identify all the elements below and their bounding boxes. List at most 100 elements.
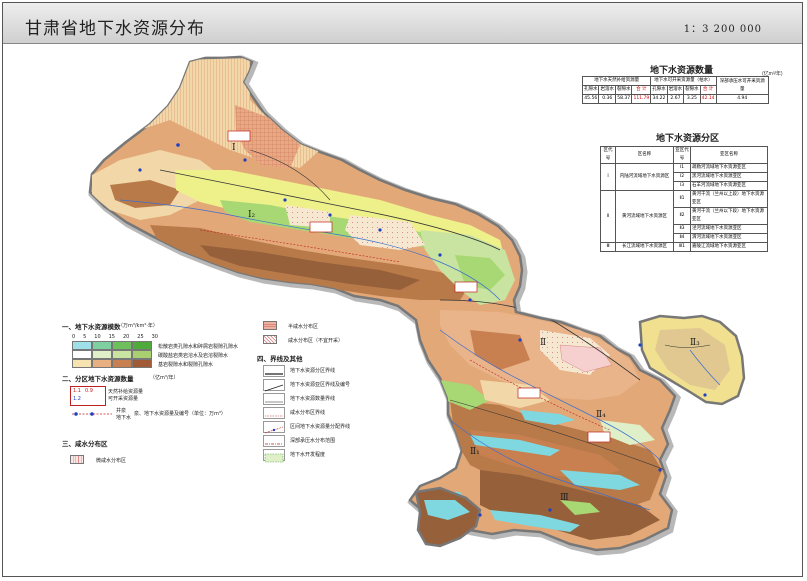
legend-line-label1: 井泉 (116, 408, 127, 414)
subzone-name: 泾河流域地下水资源亚区 (690, 224, 768, 234)
modulus-swatch (112, 350, 132, 359)
table-cell: 3.25 (683, 94, 701, 104)
modulus-swatch (92, 341, 112, 350)
zone-code: Ⅰ (600, 163, 616, 191)
modulus-swatch (92, 350, 112, 359)
subzone-code: Ⅱ4 (673, 233, 691, 243)
scale-tick: 0 (72, 334, 76, 340)
col-header: 合 计 (631, 85, 652, 95)
zone-label-I: Ⅰ (232, 143, 236, 153)
col-header: 亚区名称 (690, 146, 768, 164)
subzone-code: Ⅱ3 (673, 224, 691, 234)
table-cell: 4.94 (715, 94, 770, 104)
col-header: 裂隙水 (683, 85, 701, 95)
subzone-name: 黑河流域地下水资源亚区 (690, 172, 768, 182)
subzone-code: Ⅲ1 (673, 242, 691, 252)
quantity-table: 地下水天然补给资源量 地下水可开采资源量（枯水） 深部承压水可开采资源量 孔隙水… (581, 76, 770, 104)
group-header-deep: 深部承压水可开采资源量 (715, 76, 770, 95)
boundary-swatch (263, 365, 285, 377)
subzone-code: Ⅱ1 (673, 190, 691, 208)
table-cell: 34.22 (650, 94, 668, 104)
modulus-swatch (112, 341, 132, 350)
quantity-table-title: 地下水资源数量 (650, 66, 714, 76)
subzone-name: 黄河干流（兰州以下段）地下水资源亚区 (690, 207, 768, 225)
legend-sample-box: 1.1 0.9 1.2 (70, 386, 106, 406)
table-cell: 2.67 (666, 94, 685, 104)
zone-name: 内陆河流域地下水资源区 (615, 163, 674, 191)
legend-swatch-semi-saline (263, 321, 277, 330)
zone-table: 区代号 区名称 亚区代号 亚区名称 Ⅰ 内陆河流域地下水资源区 Ⅰ1 疏勒河流域… (600, 146, 768, 252)
legend-box-label1: 天然补给资源量 (108, 389, 144, 395)
col-header: 孔隙水 (650, 85, 668, 95)
legend-swatch-saline (263, 335, 277, 344)
subzone-code: Ⅰ3 (673, 181, 691, 191)
legend-box-label2: 可开采资源量 (108, 396, 139, 402)
sample-value: 0.9 (85, 388, 93, 394)
boundary-swatch (263, 379, 285, 392)
sample-value: 1.2 (73, 396, 81, 402)
legend-section1-unit: （万m³/km²·年） (118, 323, 158, 329)
zone-code: Ⅲ (600, 242, 616, 252)
zone-label-III: Ⅲ (560, 493, 569, 503)
modulus-row-label: 基岩裂隙水和裂隙孔隙水 (158, 362, 214, 368)
scale-tick: 15 (108, 334, 115, 340)
boundary-swatch (263, 407, 285, 419)
boundary-label: 地下水资源分区界线 (290, 368, 336, 374)
modulus-row-label: 碳酸盐岩类岩溶水及岩溶裂隙水 (158, 353, 229, 359)
zone-label-I2: Ⅰ₂ (248, 210, 256, 220)
modulus-swatch (72, 359, 92, 368)
modulus-swatch (92, 359, 112, 368)
boundary-label: 地下水资源数量界线 (290, 396, 336, 402)
legend-swatch-brackish (70, 455, 84, 464)
zone-label-II4: Ⅱ₄ (596, 410, 606, 420)
scale-tick: 30 (151, 334, 158, 340)
boundary-label: 地下水开发程度 (290, 452, 326, 458)
zone-code: Ⅱ (600, 190, 616, 243)
modulus-swatch (112, 359, 132, 368)
sample-value: 1.1 (73, 388, 81, 394)
col-header: 孔隙水 (581, 85, 600, 95)
modulus-swatch (132, 350, 152, 359)
zone-label-II3: Ⅱ₃ (690, 338, 700, 348)
subzone-name: 疏勒河流域地下水资源亚区 (690, 163, 768, 173)
legend-brackish-label: 微咸水分布区 (96, 458, 127, 464)
table-cell: 45.56 (581, 94, 600, 104)
modulus-swatch (72, 341, 92, 350)
table-cell: 58.37 (614, 94, 633, 104)
subzone-code: Ⅱ2 (673, 207, 691, 225)
table-cell: 0.36 (598, 94, 616, 104)
scale-tick: 10 (94, 334, 101, 340)
subzone-name: 黄河干流（兰州以上段）地下水资源亚区 (690, 190, 768, 208)
legend-section2-unit: （亿m³/年） (150, 375, 179, 381)
zone-label-II1: Ⅱ₁ (470, 447, 480, 457)
boundary-swatch (263, 449, 285, 463)
legend-section3-title: 三、咸水分布区 (62, 440, 108, 448)
legend-line-label2: 地下水 (116, 415, 132, 421)
col-header: 岩溶水 (666, 85, 685, 95)
table-cell: 42.14 (699, 94, 717, 104)
zone-table-title: 地下水资源分区 (656, 134, 720, 144)
modulus-row-label: 松散岩类孔隙水和碎屑岩裂隙孔隙水 (158, 344, 239, 350)
group-header-natural: 地下水天然补给资源量 (581, 76, 652, 86)
legend-section2-title: 二、分区地下水资源数量 (62, 375, 134, 383)
subzone-name: 渭河流域地下水资源亚区 (690, 233, 768, 243)
subzone-code: Ⅰ2 (673, 172, 691, 182)
group-header-exploitable: 地下水可开采资源量（枯水） (650, 76, 717, 86)
boundary-swatch (263, 435, 285, 447)
legend-scale: 0 5 10 15 20 25 30 (72, 334, 158, 340)
zone-label-II: Ⅱ (540, 338, 547, 348)
modulus-swatch (132, 341, 152, 350)
boundary-label: 地下水资源亚区界线及编号 (290, 382, 351, 388)
subzone-name: 石羊河流域地下水资源亚区 (690, 181, 768, 191)
boundary-label: 深部承压水分布范围 (290, 438, 336, 444)
legend-saline-label: 咸水分布区（不宜开采） (288, 338, 344, 344)
subzone-code: Ⅰ1 (673, 163, 691, 173)
zone-name: 长江流域地下水资源区 (615, 242, 674, 252)
modulus-swatch (72, 350, 92, 359)
table-cell: 111.79 (631, 94, 652, 104)
subzone-name: 嘉陵江流域地下水资源亚区 (690, 242, 768, 252)
scale-tick: 25 (137, 334, 144, 340)
boundary-label: 咸水分布区界线 (290, 410, 326, 416)
legend-line-label3: 泉、地下水资源量及编号（单位：万m³） (134, 411, 226, 417)
scale-tick: 20 (122, 334, 130, 340)
